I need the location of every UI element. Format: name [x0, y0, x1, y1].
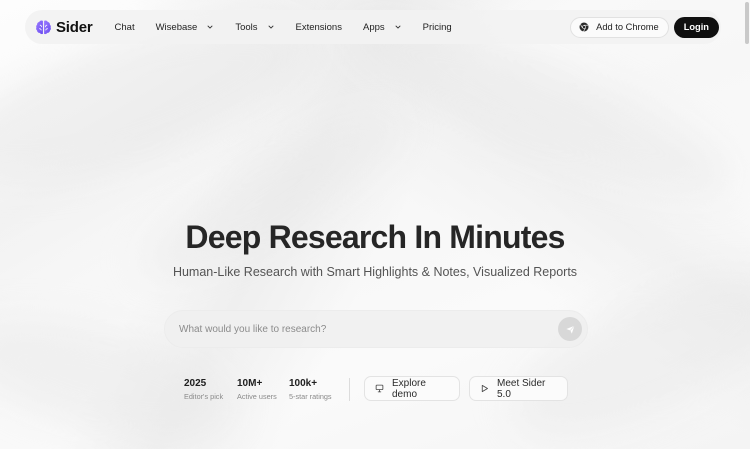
add-to-chrome-label: Add to Chrome: [596, 22, 659, 32]
stat-value: 100k+: [289, 378, 318, 389]
page-subtitle: Human-Like Research with Smart Highlight…: [172, 265, 578, 279]
explore-demo-button[interactable]: Explore demo: [364, 376, 460, 401]
nav-item-wisebase[interactable]: Wisebase: [156, 22, 215, 33]
chevron-down-icon: [267, 23, 275, 31]
stats-divider: [349, 378, 350, 401]
scrollbar-thumb[interactable]: [745, 2, 749, 44]
nav-item-label: Apps: [362, 21, 385, 33]
brand-logo[interactable]: Sider: [35, 19, 93, 36]
page-title: Deep Research In Minutes: [185, 219, 565, 255]
nav-item-pricing[interactable]: Pricing: [423, 22, 452, 33]
nav-item-extensions[interactable]: Extensions: [296, 22, 342, 33]
research-input[interactable]: [179, 323, 558, 335]
nav-item-apps[interactable]: Apps: [363, 22, 402, 33]
login-button[interactable]: Login: [673, 16, 719, 38]
chevron-down-icon: [394, 23, 402, 31]
add-to-chrome-button[interactable]: Add to Chrome: [570, 16, 669, 38]
stat-label: Active users: [237, 392, 277, 401]
stat-ratings: 100k+ 5-star ratings: [289, 378, 349, 401]
meet-sider-label: Meet Sider 5.0: [497, 377, 546, 400]
nav-item-label: Extensions: [295, 21, 342, 33]
page-scrollbar[interactable]: [744, 0, 750, 449]
top-navigation-bar: Sider Chat Wisebase Tools Extensions App…: [25, 10, 721, 44]
nav-item-label: Tools: [235, 21, 258, 33]
brain-icon: [35, 19, 52, 36]
research-search-bar: [164, 310, 588, 348]
stat-value: 10M+: [237, 378, 263, 389]
chrome-icon: [579, 22, 589, 32]
send-icon: [565, 324, 576, 335]
chevron-down-icon: [206, 23, 214, 31]
stats-row: 2025 Editor's pick 10M+ Active users 100…: [184, 378, 349, 401]
stat-editors-pick: 2025 Editor's pick: [184, 378, 237, 401]
send-button[interactable]: [558, 317, 582, 341]
nav-item-tools[interactable]: Tools: [235, 22, 274, 33]
nav-item-label: Pricing: [422, 21, 452, 33]
stat-label: Editor's pick: [184, 392, 224, 401]
main-menu: Chat Wisebase Tools Extensions Apps Pric…: [115, 22, 473, 33]
brand-name: Sider: [56, 18, 93, 36]
nav-item-label: Wisebase: [155, 21, 198, 33]
play-icon: [480, 384, 489, 393]
stat-active-users: 10M+ Active users: [237, 378, 289, 401]
nav-actions: Add to Chrome Login: [570, 16, 721, 38]
nav-item-label: Chat: [114, 21, 135, 33]
stat-value: 2025: [184, 378, 207, 389]
nav-item-chat[interactable]: Chat: [115, 22, 135, 33]
explore-demo-label: Explore demo: [392, 377, 426, 400]
meet-sider-button[interactable]: Meet Sider 5.0: [469, 376, 568, 401]
stat-label: 5-star ratings: [289, 392, 332, 401]
presentation-icon: [375, 384, 384, 393]
